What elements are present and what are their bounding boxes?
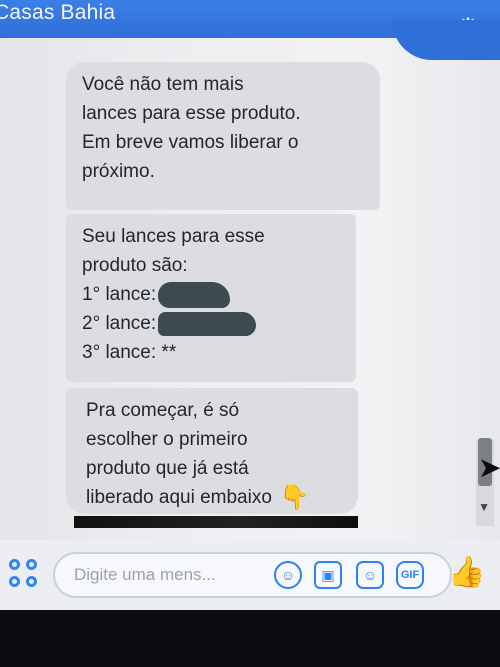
chat-title: Casas Bahia (0, 1, 116, 24)
pointing-down-hand-icon: 👇 (279, 484, 310, 511)
message-input-placeholder: Digite uma mens... (74, 565, 216, 584)
message-bubble-1: Você não tem mais lances para esse produ… (66, 62, 380, 210)
message-line: produto são: (82, 255, 188, 276)
message-line: lances para esse produto. (82, 103, 301, 124)
message-line: Pra começar, é só (86, 400, 240, 421)
chat-window: Casas Bahia ⚙ Você não tem mais lances p… (0, 0, 500, 610)
gif-icon[interactable]: GIF (396, 561, 424, 589)
sticker-icon[interactable]: ☺ (356, 561, 384, 589)
bid-3-line: 3° lance: ** (82, 342, 177, 363)
redaction-mark (158, 281, 231, 308)
bid-1-label: 1° lance: (82, 284, 157, 305)
scroll-down-arrow-icon[interactable]: ▼ (478, 500, 490, 514)
message-line: produto que já está (86, 458, 249, 479)
message-line: Você não tem mais (82, 74, 244, 95)
bid-1-line: 1° lance: (82, 280, 336, 309)
message-line: próximo. (82, 161, 155, 182)
mouse-cursor-icon: ➤ (478, 452, 500, 483)
message-line-with-emoji: liberado aqui embaixo 👇 (86, 483, 338, 512)
message-bubble-3: Pra começar, é só escolher o primeiro pr… (66, 388, 358, 514)
redaction-mark (158, 311, 257, 336)
product-card-edge[interactable] (74, 516, 358, 528)
bid-2-label: 2° lance: (82, 313, 157, 334)
photo-icon[interactable]: ▣ (314, 561, 342, 589)
header-curve (392, 20, 500, 60)
thumbs-up-icon[interactable]: 👍 (448, 556, 485, 590)
message-bubble-2: Seu lances para esse produto são: 1° lan… (66, 214, 356, 382)
apps-grid-icon[interactable] (9, 559, 41, 591)
message-text: liberado aqui embaixo (86, 487, 272, 508)
message-line: Seu lances para esse (82, 226, 265, 247)
bid-2-line: 2° lance: (82, 309, 336, 338)
message-line: escolher o primeiro (86, 429, 248, 450)
message-line: Em breve vamos liberar o (82, 132, 299, 153)
smiley-icon[interactable]: ☺ (274, 561, 302, 589)
